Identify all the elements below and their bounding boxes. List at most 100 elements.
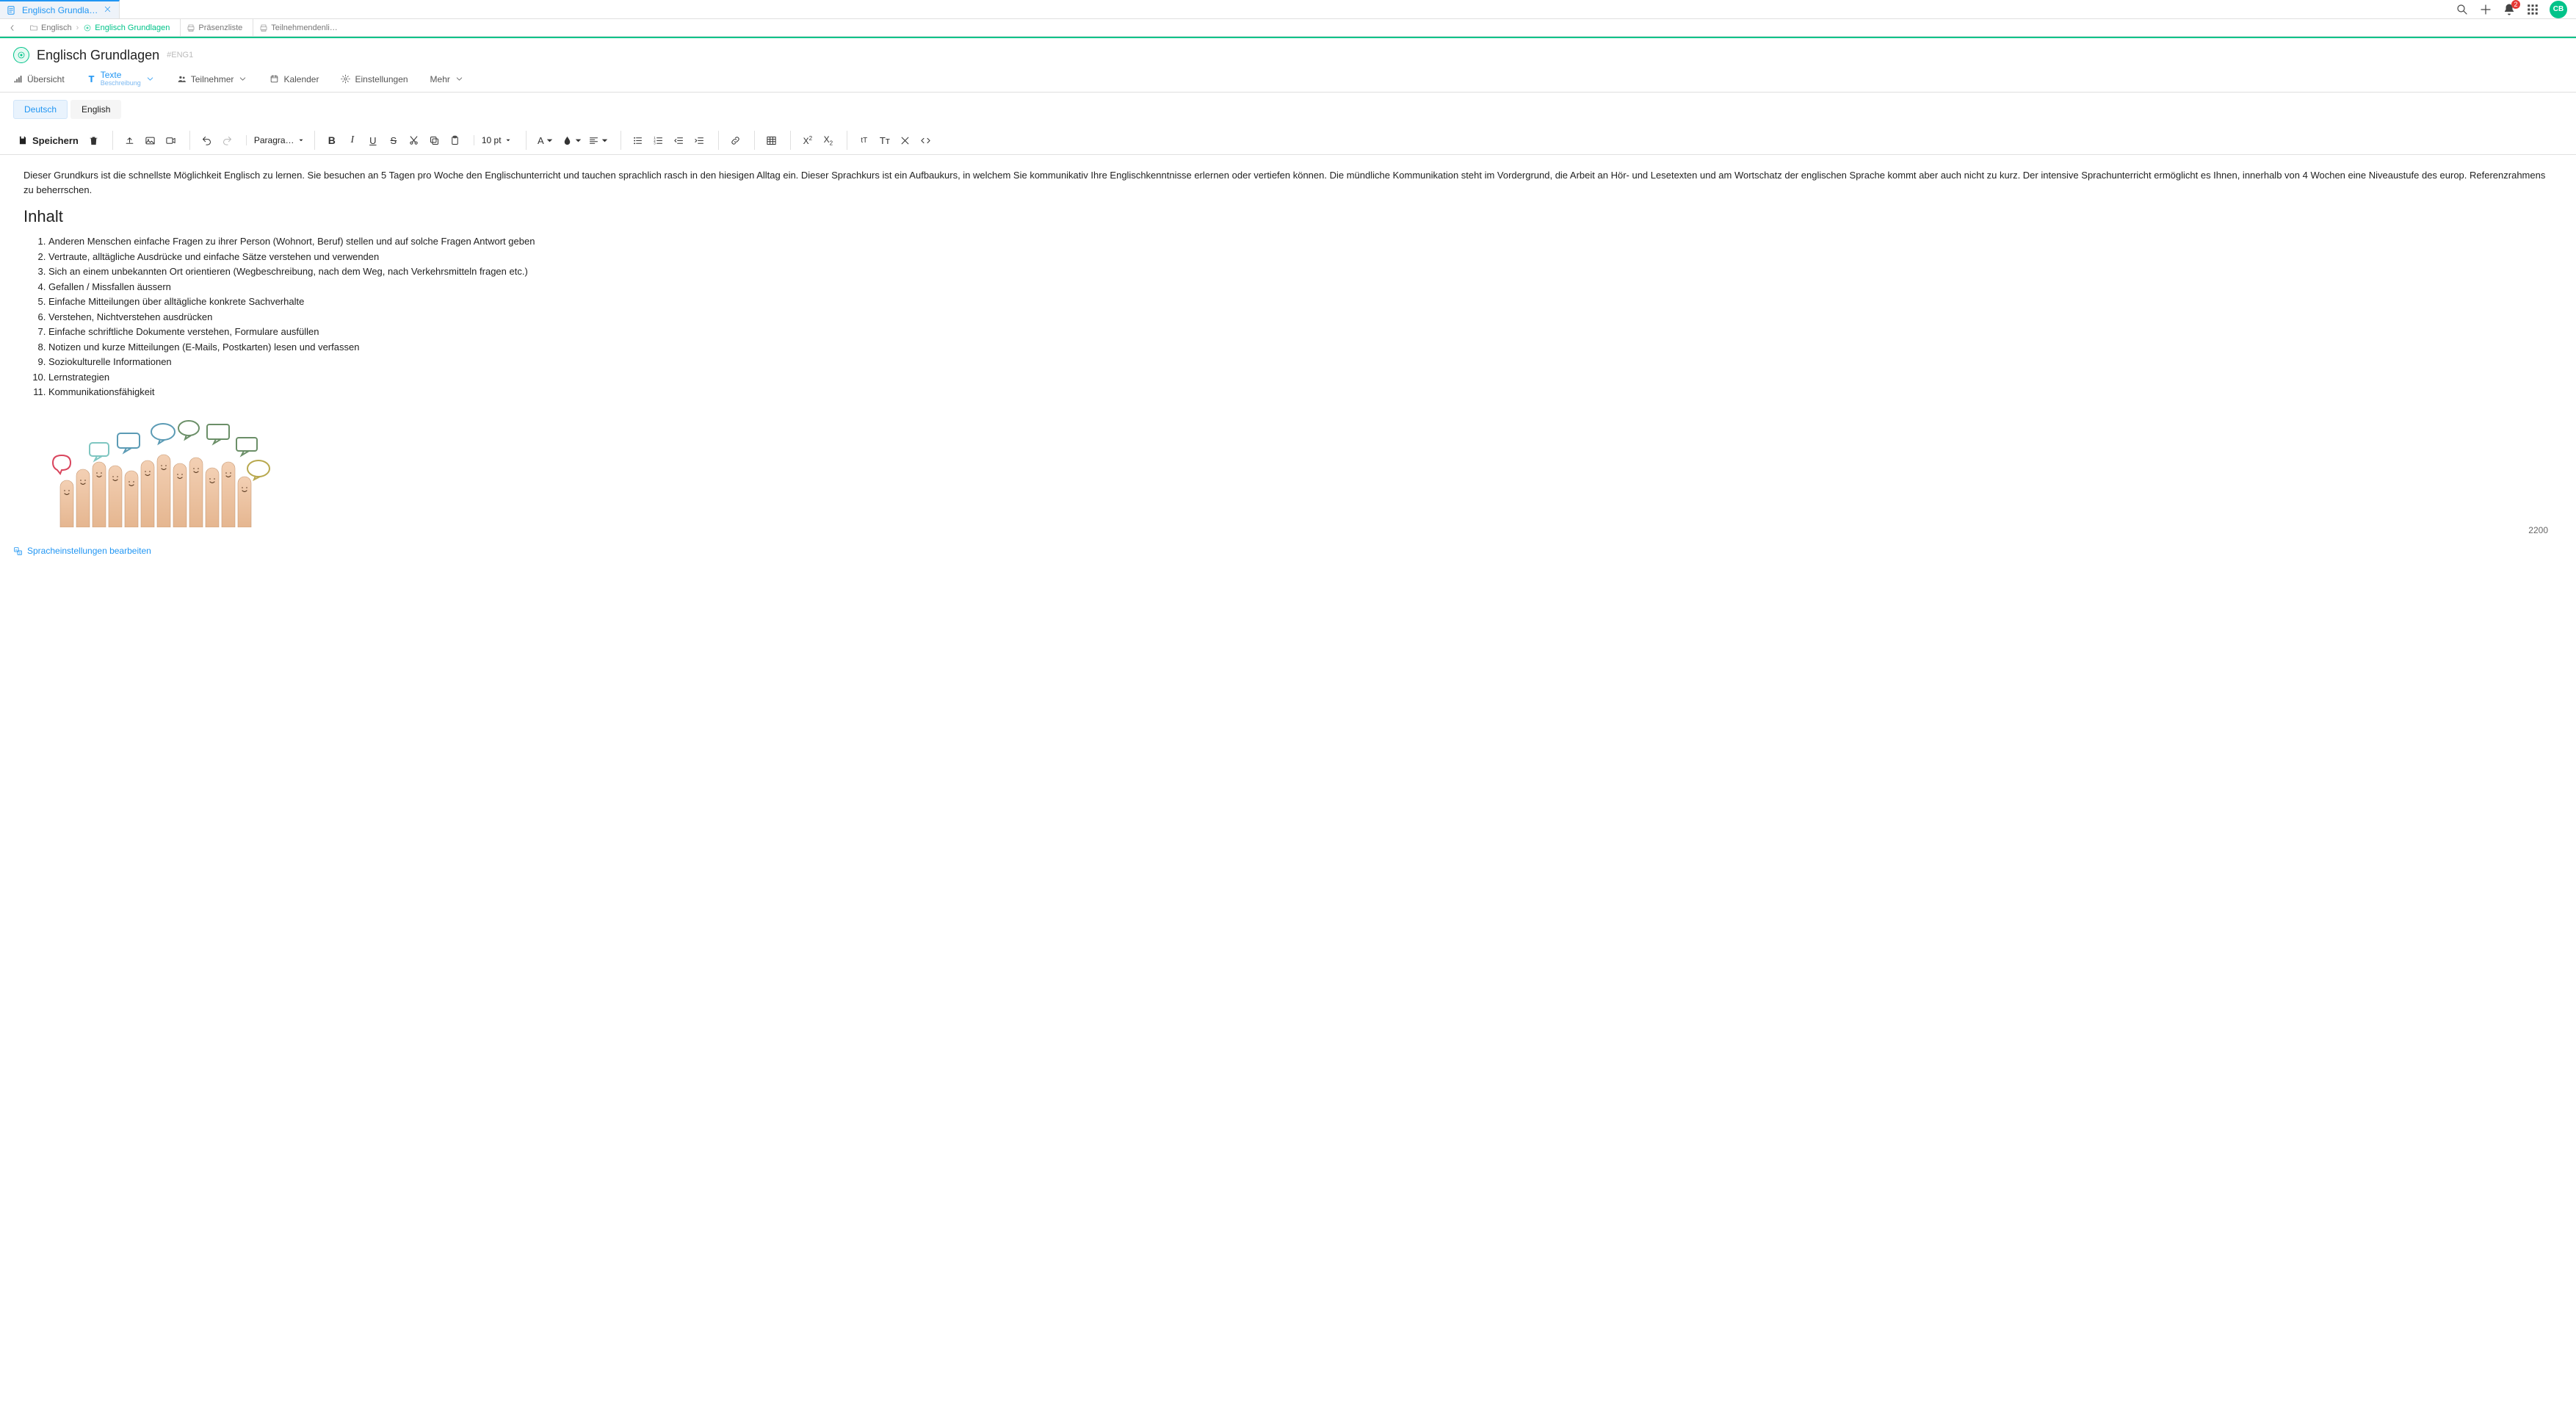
secondary-nav: Übersicht Texte Beschreibung Teilnehmer …: [0, 65, 2576, 93]
nav-label: Einstellungen: [355, 74, 408, 84]
nav-texte[interactable]: Texte Beschreibung: [87, 66, 155, 92]
list-item: Sich an einem unbekannten Ort orientiere…: [48, 264, 2554, 279]
list-item: Vertraute, alltägliche Ausdrücke und ein…: [48, 250, 2554, 264]
notification-badge: 2: [2511, 0, 2520, 9]
language-settings-link[interactable]: A文 Spracheinstellungen bearbeiten: [13, 546, 2563, 556]
breadcrumb-extra-label: Teilnehmendenli…: [271, 24, 338, 32]
breadcrumb-item-englisch[interactable]: Englisch: [29, 24, 72, 32]
document-icon: [6, 5, 16, 15]
alignment-icon[interactable]: [587, 131, 612, 150]
back-icon[interactable]: [6, 21, 19, 35]
chevron-down-icon: [504, 137, 512, 144]
top-strip: Englisch Grundla… 2 CB: [0, 0, 2576, 19]
superscript-icon[interactable]: X2: [798, 131, 817, 150]
list-item: Einfache Mitteilungen über alltägliche k…: [48, 294, 2554, 309]
search-icon[interactable]: [2456, 3, 2469, 16]
undo-icon[interactable]: [198, 131, 217, 150]
print-praesenzliste[interactable]: Präsenzliste: [187, 24, 242, 32]
chevron-down-icon: [455, 74, 464, 84]
list-item: Kommunikationsfähigkeit: [48, 385, 2554, 400]
apps-grid-icon[interactable]: [2526, 3, 2539, 16]
global-actions: 2 CB: [2447, 0, 2576, 18]
chevron-down-icon: [544, 135, 555, 146]
paragraph-select[interactable]: Paragra…: [254, 135, 305, 145]
svg-text:文: 文: [18, 551, 21, 554]
outdent-icon[interactable]: [670, 131, 689, 150]
save-label: Speichern: [32, 135, 79, 146]
code-view-icon[interactable]: [916, 131, 936, 150]
nav-label: Kalender: [283, 74, 319, 84]
breadcrumb-item-grundlagen[interactable]: Englisch Grundlagen: [83, 24, 170, 32]
bold-icon[interactable]: B: [322, 131, 341, 150]
chevron-down-icon: [573, 135, 584, 146]
content-image: placeholder: [23, 410, 273, 527]
save-button[interactable]: Speichern: [13, 133, 83, 148]
character-count: 2200: [2528, 525, 2548, 535]
nav-label: Mehr: [430, 74, 450, 84]
footer-area: A文 Spracheinstellungen bearbeiten: [0, 538, 2576, 563]
text-color-icon[interactable]: A: [534, 131, 559, 150]
unordered-list-icon[interactable]: [629, 131, 648, 150]
highlight-color-icon[interactable]: [560, 131, 585, 150]
content-list: Anderen Menschen einfache Fragen zu ihre…: [23, 234, 2554, 400]
text-size-small-icon[interactable]: tT: [855, 131, 874, 150]
subscript-icon[interactable]: X2: [819, 131, 838, 150]
table-icon[interactable]: [762, 131, 781, 150]
intro-paragraph: Dieser Grundkurs ist die schnellste Mögl…: [23, 168, 2554, 197]
nav-participants[interactable]: Teilnehmer: [177, 66, 248, 92]
nav-calendar[interactable]: Kalender: [269, 66, 319, 92]
breadcrumb-trail: Englisch › Englisch Grundlagen: [23, 19, 176, 36]
indent-icon[interactable]: [690, 131, 709, 150]
delete-icon[interactable]: [84, 131, 104, 150]
underline-icon[interactable]: U: [363, 131, 383, 150]
ordered-list-icon[interactable]: 123: [649, 131, 668, 150]
clear-format-icon[interactable]: [896, 131, 915, 150]
fontsize-select[interactable]: 10 pt: [482, 135, 517, 145]
cut-icon[interactable]: [405, 131, 424, 150]
language-settings-label: Spracheinstellungen bearbeiten: [27, 546, 151, 556]
video-icon[interactable]: [162, 131, 181, 150]
text-size-large-icon[interactable]: Tт: [875, 131, 894, 150]
nav-settings[interactable]: Einstellungen: [341, 66, 408, 92]
heading-inhalt: Inhalt: [23, 204, 2554, 228]
editor-body[interactable]: Dieser Grundkurs ist die schnellste Mögl…: [13, 161, 2566, 538]
redo-icon[interactable]: [218, 131, 237, 150]
nav-more[interactable]: Mehr: [430, 66, 464, 92]
close-tab-icon[interactable]: [104, 4, 112, 15]
link-icon[interactable]: [726, 131, 745, 150]
image-icon[interactable]: [141, 131, 160, 150]
lang-tab-de[interactable]: Deutsch: [13, 100, 68, 119]
course-badge-icon: [13, 47, 29, 63]
breadcrumb-bar: Englisch › Englisch Grundlagen Präsenzli…: [0, 19, 2576, 37]
lang-tab-en[interactable]: English: [70, 100, 121, 119]
chevron-down-icon: [238, 74, 247, 84]
nav-label: Teilnehmer: [191, 74, 234, 84]
app-tab[interactable]: Englisch Grundla…: [0, 0, 120, 18]
paragraph-label: Paragra…: [254, 135, 294, 145]
list-item: Anderen Menschen einfache Fragen zu ihre…: [48, 234, 2554, 249]
print-icon: [187, 24, 195, 32]
paste-icon[interactable]: [446, 131, 465, 150]
print-teilnehmerliste[interactable]: Teilnehmendenli…: [259, 24, 338, 32]
avatar[interactable]: CB: [2550, 1, 2567, 18]
strikethrough-icon[interactable]: S: [384, 131, 403, 150]
copy-icon[interactable]: [425, 131, 444, 150]
chevron-down-icon: [145, 74, 155, 84]
upload-file-icon[interactable]: [120, 131, 140, 150]
translate-icon: A文: [13, 546, 23, 556]
breadcrumb-extra-teilnehmer: Teilnehmendenli…: [253, 19, 344, 36]
list-item: Einfache schriftliche Dokumente verstehe…: [48, 325, 2554, 339]
app-tab-label: Englisch Grundla…: [22, 5, 98, 15]
editor-toolbar: Speichern Paragra… B I U S: [0, 126, 2576, 155]
add-icon[interactable]: [2479, 3, 2492, 16]
svg-text:A: A: [15, 548, 18, 551]
svg-text:3: 3: [654, 141, 656, 145]
notifications-icon[interactable]: 2: [2503, 3, 2516, 16]
list-item: Soziokulturelle Informationen: [48, 355, 2554, 369]
nav-overview[interactable]: Übersicht: [13, 66, 65, 92]
breadcrumb-label: Englisch Grundlagen: [95, 24, 170, 32]
breadcrumb-label: Englisch: [41, 24, 72, 32]
italic-icon[interactable]: I: [343, 131, 362, 150]
list-item: Verstehen, Nichtverstehen ausdrücken: [48, 310, 2554, 325]
list-item: Lernstrategien: [48, 370, 2554, 385]
